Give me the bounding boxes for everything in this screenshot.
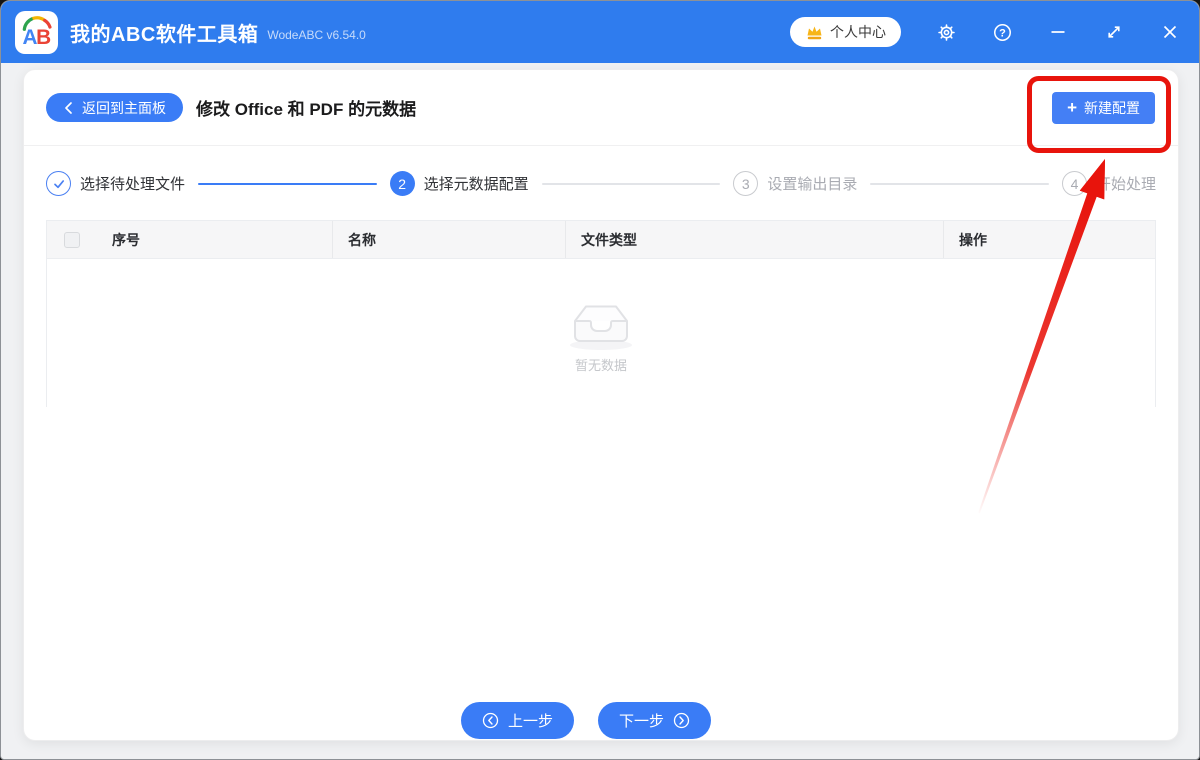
personal-center-label: 个人中心 [830,24,886,40]
step-1-label: 选择待处理文件 [80,176,186,193]
next-step-label: 下一步 [619,713,665,730]
titlebar: A B 我的ABC软件工具箱 WodeABC v6.54.0 个人中心 ? [1,1,1199,63]
table-body-empty: 暂无数据 [47,259,1155,407]
step-start-processing: 4 开始处理 [1061,171,1156,196]
step-1-circle [46,171,71,196]
step-2-label: 选择元数据配置 [423,176,529,193]
wizard-stepper: 选择待处理文件 2 选择元数据配置 3 设置输出目录 4 开始处理 [46,171,1156,196]
select-all-checkbox[interactable] [64,231,80,248]
minimize-button[interactable] [1047,21,1069,43]
header-cell-seq: 序号 [112,231,140,248]
step-3-label: 设置输出目录 [767,176,858,193]
empty-data-text: 暂无数据 [574,357,627,373]
app-window: A B 我的ABC软件工具箱 WodeABC v6.54.0 个人中心 ? 返回… [0,0,1200,760]
plus-icon: + [1067,97,1077,117]
svg-text:B: B [36,26,51,49]
empty-inbox-icon [570,305,632,350]
panel-header: 返回到主面板 修改 Office 和 PDF 的元数据 + 新建配置 [24,70,1178,146]
header-cell-name: 名称 [332,221,565,258]
personal-center-button[interactable]: 个人中心 [790,17,901,47]
header-cell-checkbox [47,221,97,258]
header-cell-operation: 操作 [943,221,1155,258]
app-version: WodeABC v6.54.0 [267,28,366,42]
step-select-metadata-config: 2 选择元数据配置 [389,171,529,196]
header-cell-filetype: 文件类型 [565,221,943,258]
step-select-files: 选择待处理文件 [46,171,185,196]
next-circle-icon [673,712,690,729]
app-title: 我的ABC软件工具箱 [70,23,259,46]
maximize-icon [1108,26,1120,38]
next-step-button[interactable]: 下一步 [598,702,712,739]
back-to-dashboard-button[interactable]: 返回到主面板 [46,93,183,122]
svg-text:?: ? [999,27,1006,39]
prev-circle-icon [482,712,499,729]
settings-button[interactable] [935,21,957,43]
step-set-output-dir: 3 设置输出目录 [733,171,857,196]
prev-step-label: 上一步 [507,713,553,730]
new-config-button[interactable]: + 新建配置 [1052,91,1155,124]
close-icon [1163,25,1177,39]
wizard-footer: 上一步 下一步 [9,702,1163,739]
config-table: 序号 名称 文件类型 操作 暂无数据 [46,220,1156,407]
step-connector [198,182,377,185]
maximize-button[interactable] [1103,21,1125,43]
close-button[interactable] [1159,21,1181,43]
abc-logo-icon: A B [22,16,52,49]
step-connector [870,182,1049,185]
step-2-circle: 2 [389,171,415,196]
new-config-label: 新建配置 [1084,99,1140,116]
minimize-icon [1051,31,1065,33]
main-panel: 返回到主面板 修改 Office 和 PDF 的元数据 + 新建配置 选择待处理… [23,69,1179,741]
gear-icon [937,23,955,41]
table-header-row: 序号 名称 文件类型 操作 [47,221,1155,259]
step-connector [541,182,721,185]
page-title: 修改 Office 和 PDF 的元数据 [196,100,417,119]
back-button-label: 返回到主面板 [82,99,166,116]
step-4-label: 开始处理 [1095,176,1156,193]
back-chevron-icon [65,101,72,114]
help-icon: ? [993,23,1011,41]
step-4-circle: 4 [1061,171,1087,196]
prev-step-button[interactable]: 上一步 [460,702,574,739]
app-logo: A B [15,10,58,54]
step-3-circle: 3 [733,171,759,196]
check-icon [53,179,64,188]
crown-icon [807,26,822,39]
help-button[interactable]: ? [991,21,1013,43]
